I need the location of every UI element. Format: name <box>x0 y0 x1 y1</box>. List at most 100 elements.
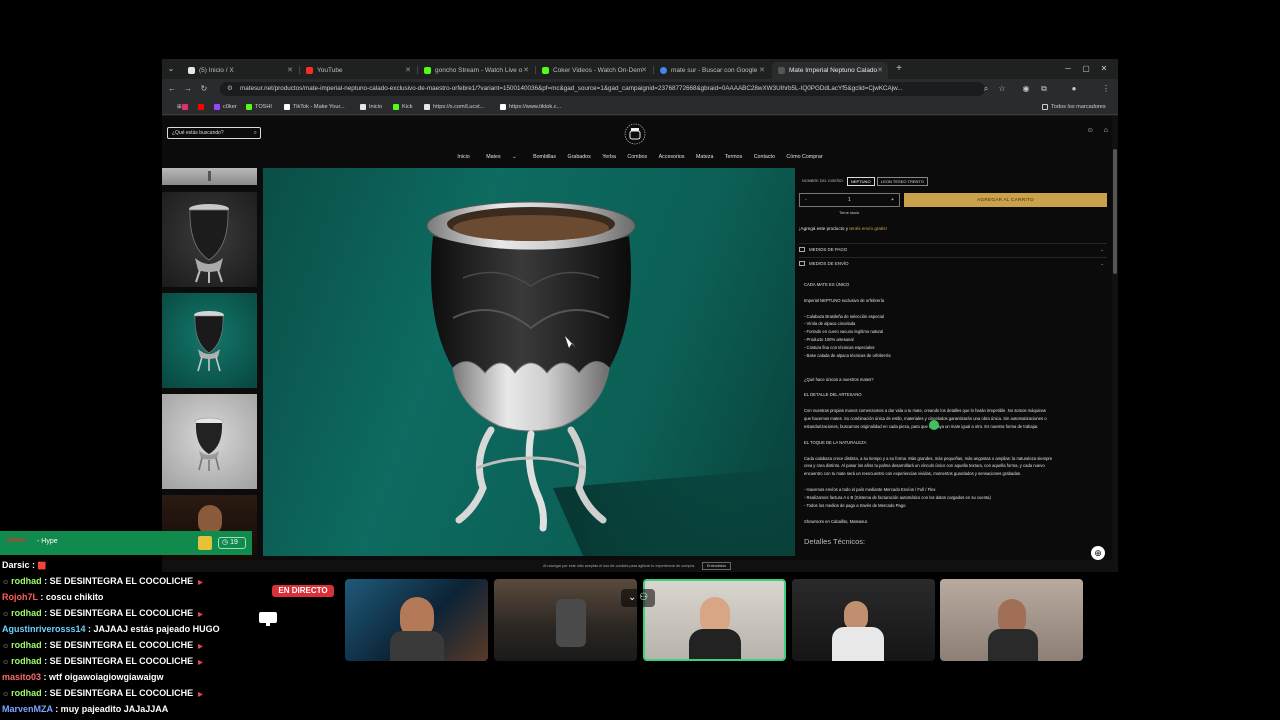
bookmark-c0ker[interactable]: c0ker <box>214 101 237 113</box>
chat-username[interactable]: MarvenMZA <box>2 704 53 714</box>
add-to-cart-button[interactable]: AGREGAR AL CARRITO <box>904 193 1107 207</box>
close-icon[interactable]: ✕ <box>641 62 647 79</box>
nav-como-comprar[interactable]: Cómo Comprar <box>786 154 822 160</box>
chat-username[interactable]: Agustinriverosss14 <box>2 624 86 634</box>
camera-switch-control[interactable]: ⌄ ⚇ <box>621 589 655 607</box>
extension-icon[interactable]: ◉ <box>1020 83 1032 95</box>
bookmark-toshi[interactable]: TOSHI <box>246 101 272 113</box>
search-input[interactable]: ¿Qué estás buscando? ⌕ <box>167 127 261 139</box>
qty-value[interactable]: 1 <box>848 197 851 203</box>
qty-minus-button[interactable]: - <box>805 197 807 203</box>
cookie-accept-button[interactable]: Entendidos <box>702 562 732 570</box>
chat-text: : SE DESINTEGRA EL COCOLICHE <box>41 576 194 586</box>
camera-thumbnail-active[interactable] <box>643 579 786 661</box>
chat-username[interactable]: masito03 <box>2 672 41 682</box>
puzzle-icon[interactable]: ⧉ <box>1038 83 1050 95</box>
bookmark-inicio[interactable]: Inicio <box>360 101 382 113</box>
accordion-shipping[interactable]: MEDIOS DE ENVÍO ⌄ <box>799 257 1107 268</box>
tab-search-icon[interactable]: ⌄ <box>165 63 177 75</box>
quantity-stepper[interactable]: - 1 + <box>799 193 900 207</box>
camera-thumbnail[interactable] <box>940 579 1083 661</box>
hype-count: 19 <box>230 539 238 546</box>
window-close-button[interactable]: ✕ <box>1098 63 1110 75</box>
camera-thumbnail[interactable] <box>494 579 637 661</box>
site-info-icon[interactable]: ⚙ <box>227 82 233 96</box>
chat-username[interactable]: rodhad <box>11 688 42 698</box>
bookmark-youtube[interactable] <box>198 101 207 113</box>
close-icon[interactable]: ✕ <box>759 62 765 79</box>
scrollbar-thumb[interactable] <box>1113 149 1117 274</box>
tab-title: Mate Imperial Neptuno Calado <box>789 67 878 74</box>
bookmark-star-icon[interactable]: ☆ <box>996 83 1008 95</box>
user-badge-icon: ☺ <box>2 611 10 618</box>
bookmark-tiktok-url[interactable]: https://www.tiktok.c... <box>500 101 561 113</box>
nav-grabados[interactable]: Grabados <box>568 154 591 160</box>
nav-combos[interactable]: Combos <box>627 154 647 160</box>
camera-thumbnail[interactable] <box>792 579 935 661</box>
bookmark-tiktok[interactable]: TikTok - Make Your... <box>284 101 345 113</box>
free-shipping-link[interactable]: tenés envío gratis! <box>849 226 887 231</box>
tab-kick-coker[interactable]: Coker Videos - Watch On-Dem ✕ <box>536 62 652 79</box>
maximize-button[interactable]: ▢ <box>1080 63 1092 75</box>
minimize-button[interactable]: ─ <box>1062 63 1074 75</box>
description-line <box>804 361 1104 369</box>
bookmark-x-profile[interactable]: https://x.com/Lucst... <box>424 101 484 113</box>
product-thumbnail[interactable] <box>162 293 257 388</box>
close-icon[interactable]: ✕ <box>877 62 883 79</box>
nav-bombillas[interactable]: Bombillas <box>533 154 556 160</box>
reload-icon[interactable]: ↻ <box>198 83 210 95</box>
nav-mateza[interactable]: Mateza <box>696 154 713 160</box>
new-tab-button[interactable]: + <box>893 63 905 75</box>
chat-username[interactable]: rodhad <box>11 608 42 618</box>
site-logo[interactable] <box>622 122 648 146</box>
chat-username[interactable]: rodhad <box>11 640 42 650</box>
camera-thumbnail[interactable] <box>345 579 488 661</box>
chat-username[interactable]: Darsic <box>2 560 30 570</box>
variant-option-neptuno[interactable]: NEPTUNO <box>847 177 875 186</box>
close-icon[interactable]: ✕ <box>287 62 293 79</box>
chat-username[interactable]: Rojoh7L <box>2 592 38 602</box>
profile-avatar[interactable]: ● <box>1068 83 1080 95</box>
nav-inicio[interactable]: Inicio <box>457 154 469 160</box>
nav-yerba[interactable]: Yerba <box>602 154 616 160</box>
chat-username[interactable]: rodhad <box>11 656 42 666</box>
bookmark-instagram[interactable] <box>182 101 191 113</box>
chat-widget-indicator[interactable] <box>929 420 939 430</box>
youtube-icon: ▶ <box>198 660 203 666</box>
variant-option-leon[interactable]: LEON TESEO TRENTO <box>877 177 928 186</box>
chat-username[interactable]: rodhad <box>11 576 42 586</box>
qty-plus-button[interactable]: + <box>891 197 894 203</box>
user-icon[interactable]: ☺ <box>1087 127 1094 134</box>
tab-matesur-active[interactable]: Mate Imperial Neptuno Calado ✕ <box>772 62 888 79</box>
tab-google-search[interactable]: mate sur - Buscar con Google ✕ <box>654 62 770 79</box>
description-line: - Realizamos factura A o B (Sistema de f… <box>804 495 991 501</box>
tab-kick-goncho[interactable]: goncho Stream - Watch Live o ✕ <box>418 62 534 79</box>
zoom-search-icon[interactable]: ⌕ <box>980 83 992 95</box>
zoom-in-icon[interactable]: ⊕ <box>1091 546 1105 560</box>
product-thumbnail[interactable] <box>162 394 257 489</box>
close-icon[interactable]: ✕ <box>523 62 529 79</box>
tab-youtube[interactable]: YouTube ✕ <box>300 62 416 79</box>
product-thumbnail[interactable] <box>162 192 257 287</box>
product-main-image[interactable] <box>263 168 795 556</box>
back-arrow-icon[interactable]: ← <box>166 83 178 95</box>
menu-dots-icon[interactable]: ⋮ <box>1100 83 1112 95</box>
accordion-payment[interactable]: MEDIOS DE PAGO ⌄ <box>799 243 1107 254</box>
nav-mates[interactable]: Mates ⌄ <box>481 154 521 160</box>
product-thumbnail[interactable] <box>162 168 257 185</box>
nav-contacto[interactable]: Contacto <box>754 154 775 160</box>
close-icon[interactable]: ✕ <box>405 62 411 79</box>
address-bar[interactable]: ⚙ matesur.net/productos/mate-imperial-ne… <box>220 82 985 96</box>
search-icon[interactable]: ⌕ <box>254 128 257 138</box>
page-scrollbar[interactable] <box>1112 116 1118 572</box>
tab-x-home[interactable]: (5) Inicio / X ✕ <box>182 62 298 79</box>
description-line: estandarizaciones, buscamos originalidad… <box>804 424 1039 430</box>
nav-termos[interactable]: Termos <box>725 154 742 160</box>
bookmark-kick[interactable]: Kick <box>393 101 413 113</box>
all-bookmarks-folder[interactable]: Todos los marcadores <box>1042 101 1106 113</box>
nav-accesorios[interactable]: Accesorios <box>659 154 685 160</box>
cart-icon[interactable]: ⌂ <box>1104 127 1108 134</box>
chat-text: : coscu chikito <box>37 592 104 602</box>
forward-arrow-icon[interactable]: → <box>182 83 194 95</box>
apps-grid-icon[interactable]: ⊞ <box>168 101 182 113</box>
